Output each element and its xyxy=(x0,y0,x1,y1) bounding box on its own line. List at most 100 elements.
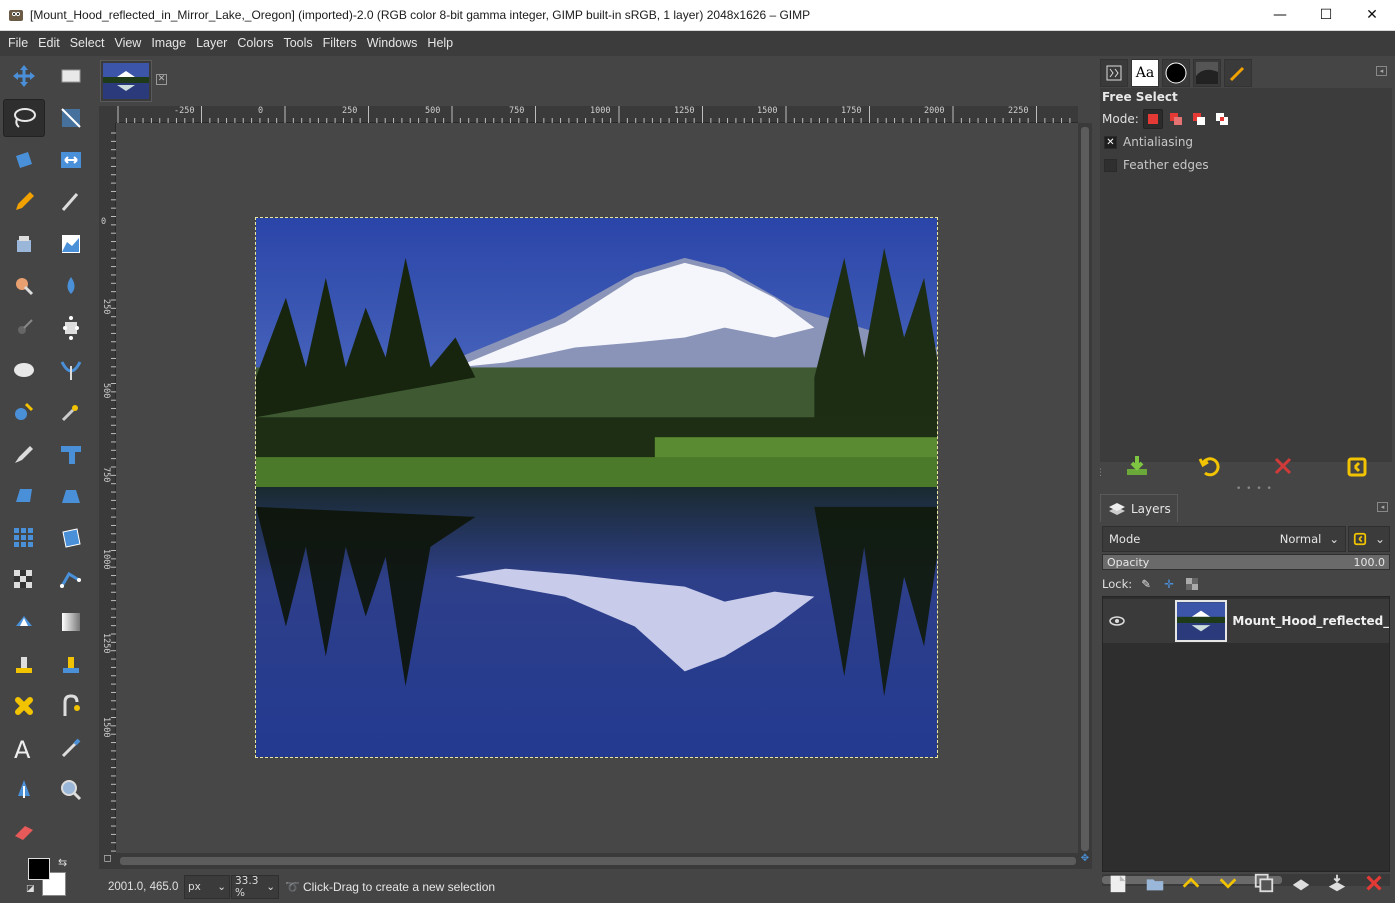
foreground-color-swatch[interactable] xyxy=(28,858,50,880)
tab-patterns[interactable] xyxy=(1193,59,1221,87)
antialiasing-checkbox[interactable]: ✕ xyxy=(1104,135,1117,149)
vertical-scrollbar[interactable] xyxy=(1078,123,1092,853)
feather-edges-option[interactable]: Feather edges xyxy=(1104,158,1209,172)
unified-transform-tool-icon[interactable] xyxy=(3,141,45,179)
fg-bg-colors[interactable]: ⇆ ◪ xyxy=(26,856,70,898)
horizontal-ruler[interactable]: -250 0 250 500 750 1000 1250 1500 1750 2… xyxy=(116,106,1078,123)
smudge-tool-icon[interactable] xyxy=(50,183,92,221)
merge-layer-icon[interactable] xyxy=(1323,869,1351,897)
pencil-tool-icon[interactable] xyxy=(3,183,45,221)
reset-options-icon[interactable] xyxy=(1343,453,1369,482)
quick-mask-icon[interactable]: ◻ xyxy=(99,853,116,869)
anchor-layer-icon[interactable] xyxy=(1287,869,1315,897)
horizontal-scrollbar[interactable] xyxy=(116,853,1078,869)
paintbrush-tool-icon[interactable] xyxy=(3,435,45,473)
measure-tool-icon[interactable] xyxy=(50,687,92,725)
levels-tool-icon[interactable] xyxy=(50,225,92,263)
menu-tools[interactable]: Tools xyxy=(278,31,317,56)
menu-edit[interactable]: Edit xyxy=(33,31,65,56)
gradient-tool-icon[interactable] xyxy=(50,603,92,641)
tab-paint-dynamics[interactable] xyxy=(1224,59,1252,87)
lock-position-icon[interactable]: ✛ xyxy=(1160,576,1178,592)
mode-replace-button[interactable] xyxy=(1142,109,1163,129)
navigate-icon[interactable]: ✥ xyxy=(1078,853,1092,869)
horizontal-scroll-thumb[interactable] xyxy=(120,857,1076,865)
delete-layer-icon[interactable] xyxy=(1360,869,1388,897)
feather-edges-checkbox[interactable] xyxy=(1104,158,1117,172)
layer-mode-select[interactable]: Mode Normal ⌄ xyxy=(1102,526,1346,552)
tab-layers[interactable]: Layers xyxy=(1100,494,1178,522)
menu-help[interactable]: Help xyxy=(422,31,458,56)
scale-tool-icon[interactable] xyxy=(50,435,92,473)
raise-layer-icon[interactable] xyxy=(1177,869,1205,897)
reset-colors-icon[interactable]: ◪ xyxy=(26,884,35,894)
close-tab-icon[interactable]: ✕ xyxy=(156,74,167,85)
menu-select[interactable]: Select xyxy=(65,31,110,56)
bucket-fill-tool-icon[interactable] xyxy=(3,225,45,263)
dock-menu-icon[interactable]: ◂ xyxy=(1376,66,1387,76)
mode-subtract-button[interactable] xyxy=(1189,109,1209,129)
minimize-button[interactable]: — xyxy=(1257,0,1303,31)
warp-tool-icon[interactable] xyxy=(50,351,92,389)
mode-add-button[interactable] xyxy=(1166,109,1186,129)
layer-row[interactable]: Mount_Hood_reflected_in_Mirror_Lake,_Ore… xyxy=(1103,599,1389,643)
composite-mode-select[interactable]: ⌄ xyxy=(1348,526,1390,552)
lower-layer-icon[interactable] xyxy=(1214,869,1242,897)
fuzzy-select-tool-icon[interactable] xyxy=(3,393,45,431)
lock-pixels-icon[interactable]: ✎ xyxy=(1137,576,1155,592)
mypaint-tool-icon[interactable] xyxy=(3,687,45,725)
crop-tool-icon[interactable] xyxy=(50,99,92,137)
tab-brushes[interactable] xyxy=(1162,59,1190,87)
zoom-select[interactable]: 33.3 % ⌄ xyxy=(231,874,279,899)
shear-tool-icon[interactable] xyxy=(50,477,92,515)
new-layer-group-icon[interactable] xyxy=(1141,869,1169,897)
ellipse-select-tool-icon[interactable] xyxy=(3,351,45,389)
menu-layer[interactable]: Layer xyxy=(191,31,232,56)
checker-tool-icon[interactable] xyxy=(3,561,45,599)
path-point-tool-icon[interactable] xyxy=(3,309,45,347)
vertical-scroll-thumb[interactable] xyxy=(1081,127,1089,851)
new-layer-icon[interactable] xyxy=(1104,869,1132,897)
visibility-eye-icon[interactable] xyxy=(1103,606,1130,636)
layers-menu-icon[interactable]: ◂ xyxy=(1377,502,1388,512)
swap-colors-icon[interactable]: ⇆ xyxy=(58,856,67,869)
maximize-button[interactable]: ☐ xyxy=(1303,0,1349,31)
image-photo[interactable] xyxy=(255,217,938,758)
layer-name[interactable]: Mount_Hood_reflected_in_Mirror_Lake,_Ore… xyxy=(1232,614,1389,628)
perspective-tool-icon[interactable] xyxy=(3,477,45,515)
opacity-slider[interactable]: Opacity 100.0 xyxy=(1102,554,1390,570)
cage-tool-icon[interactable] xyxy=(50,519,92,557)
menu-image[interactable]: Image xyxy=(146,31,191,56)
tab-tool-options[interactable] xyxy=(1100,59,1128,87)
menu-view[interactable]: View xyxy=(109,31,146,56)
menu-colors[interactable]: Colors xyxy=(232,31,278,56)
menu-filters[interactable]: Filters xyxy=(318,31,362,56)
grid-transform-tool-icon[interactable] xyxy=(3,519,45,557)
antialiasing-option[interactable]: ✕ Antialiasing xyxy=(1104,135,1193,149)
color-picker-tool-icon[interactable] xyxy=(50,729,92,767)
layer-list[interactable]: Mount_Hood_reflected_in_Mirror_Lake,_Ore… xyxy=(1102,596,1390,872)
n-point-deformation-tool-icon[interactable] xyxy=(50,561,92,599)
heal-tool-icon[interactable] xyxy=(50,645,92,683)
text-tool-icon[interactable]: A xyxy=(3,729,45,767)
move-tool-icon[interactable] xyxy=(3,57,45,95)
handle-transform-tool-icon[interactable] xyxy=(50,309,92,347)
blur-tool-icon[interactable] xyxy=(50,267,92,305)
paths-tool-icon[interactable] xyxy=(3,603,45,641)
eraser-tool-icon[interactable] xyxy=(3,813,45,851)
save-options-icon[interactable] xyxy=(1124,453,1150,482)
duplicate-layer-icon[interactable] xyxy=(1250,869,1278,897)
close-button[interactable]: ✕ xyxy=(1349,0,1395,31)
unit-select[interactable]: px ⌄ xyxy=(184,874,230,899)
image-canvas[interactable] xyxy=(116,123,1078,853)
menu-file[interactable]: File xyxy=(3,31,33,56)
free-select-tool-icon[interactable] xyxy=(3,99,45,137)
clone-tool-icon[interactable] xyxy=(3,645,45,683)
vertical-ruler[interactable]: 0 250 500 750 1000 1250 1500 xyxy=(99,123,116,853)
tab-fonts[interactable]: Aa xyxy=(1131,59,1159,87)
zoom-tool-icon[interactable] xyxy=(50,771,92,809)
dodge-burn-tool-icon[interactable] xyxy=(3,267,45,305)
brightness-tool-icon[interactable] xyxy=(50,393,92,431)
menu-windows[interactable]: Windows xyxy=(362,31,423,56)
ink-tool-icon[interactable] xyxy=(3,771,45,809)
